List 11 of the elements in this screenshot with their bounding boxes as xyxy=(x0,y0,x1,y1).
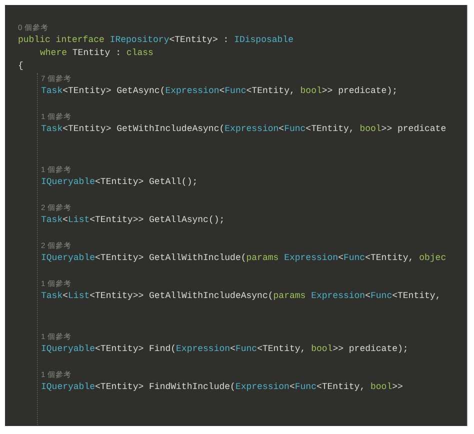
code-line: IQueryable<TEntity> Find(Expression<Func<TEntity, bool>> predicate); xyxy=(41,343,408,356)
code-line: IQueryable<TEntity> GetAllWithInclude(params Expression<Func<TEntity, objec xyxy=(41,252,446,265)
code-line: IQueryable<TEntity> GetAll(); xyxy=(41,176,198,189)
code-line: Task<TEntity> GetWithIncludeAsync(Expression<Func<TEntity, bool>> predicate xyxy=(41,123,446,136)
code-line: Task<TEntity> GetAsync(Expression<Func<TEntity, bool>> predicate); xyxy=(41,85,398,98)
code-line: Task<List<TEntity>> GetAllWithIncludeAsync(params Expression<Func<TEntity, xyxy=(41,290,442,303)
code-line: Task<List<TEntity>> GetAllAsync(); xyxy=(41,214,225,227)
code-line: where TEntity : class xyxy=(40,47,154,60)
code-line: IQueryable<TEntity> FindWithInclude(Expression<Func<TEntity, bool>> xyxy=(41,381,403,394)
code-line: public interface IRepository<TEntity> : IDisposable xyxy=(18,34,294,47)
brace: { xyxy=(18,60,24,73)
